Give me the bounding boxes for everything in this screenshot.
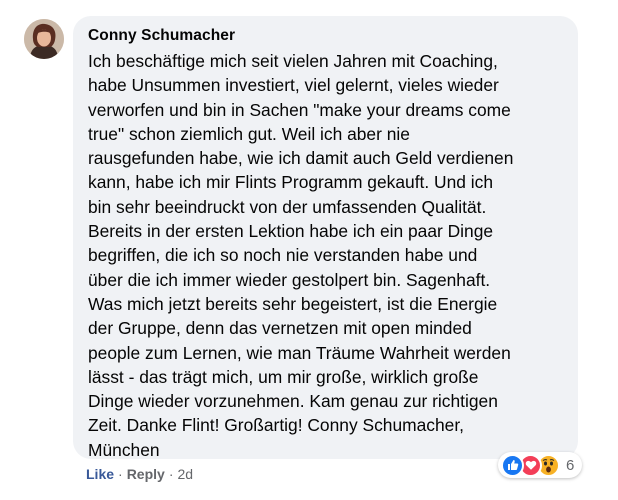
- comment-bubble: Conny Schumacher Ich beschäftige mich se…: [73, 16, 578, 460]
- like-reaction-icon: [501, 453, 524, 477]
- like-button[interactable]: Like: [86, 464, 114, 484]
- separator-dot: ·: [168, 466, 174, 482]
- comment-author[interactable]: Conny Schumacher: [88, 26, 564, 46]
- reaction-count: 6: [566, 456, 575, 474]
- reply-button[interactable]: Reply: [127, 464, 165, 484]
- avatar[interactable]: [24, 19, 64, 59]
- avatar-image: [24, 19, 64, 59]
- separator-dot: ·: [118, 466, 123, 482]
- comment-text: Ich beschäftige mich seit vielen Jahren …: [88, 51, 514, 460]
- reactions-summary[interactable]: 6: [498, 452, 583, 478]
- comment-actions: Like · Reply · 2d: [86, 464, 193, 484]
- comment-timestamp[interactable]: 2d: [177, 464, 193, 484]
